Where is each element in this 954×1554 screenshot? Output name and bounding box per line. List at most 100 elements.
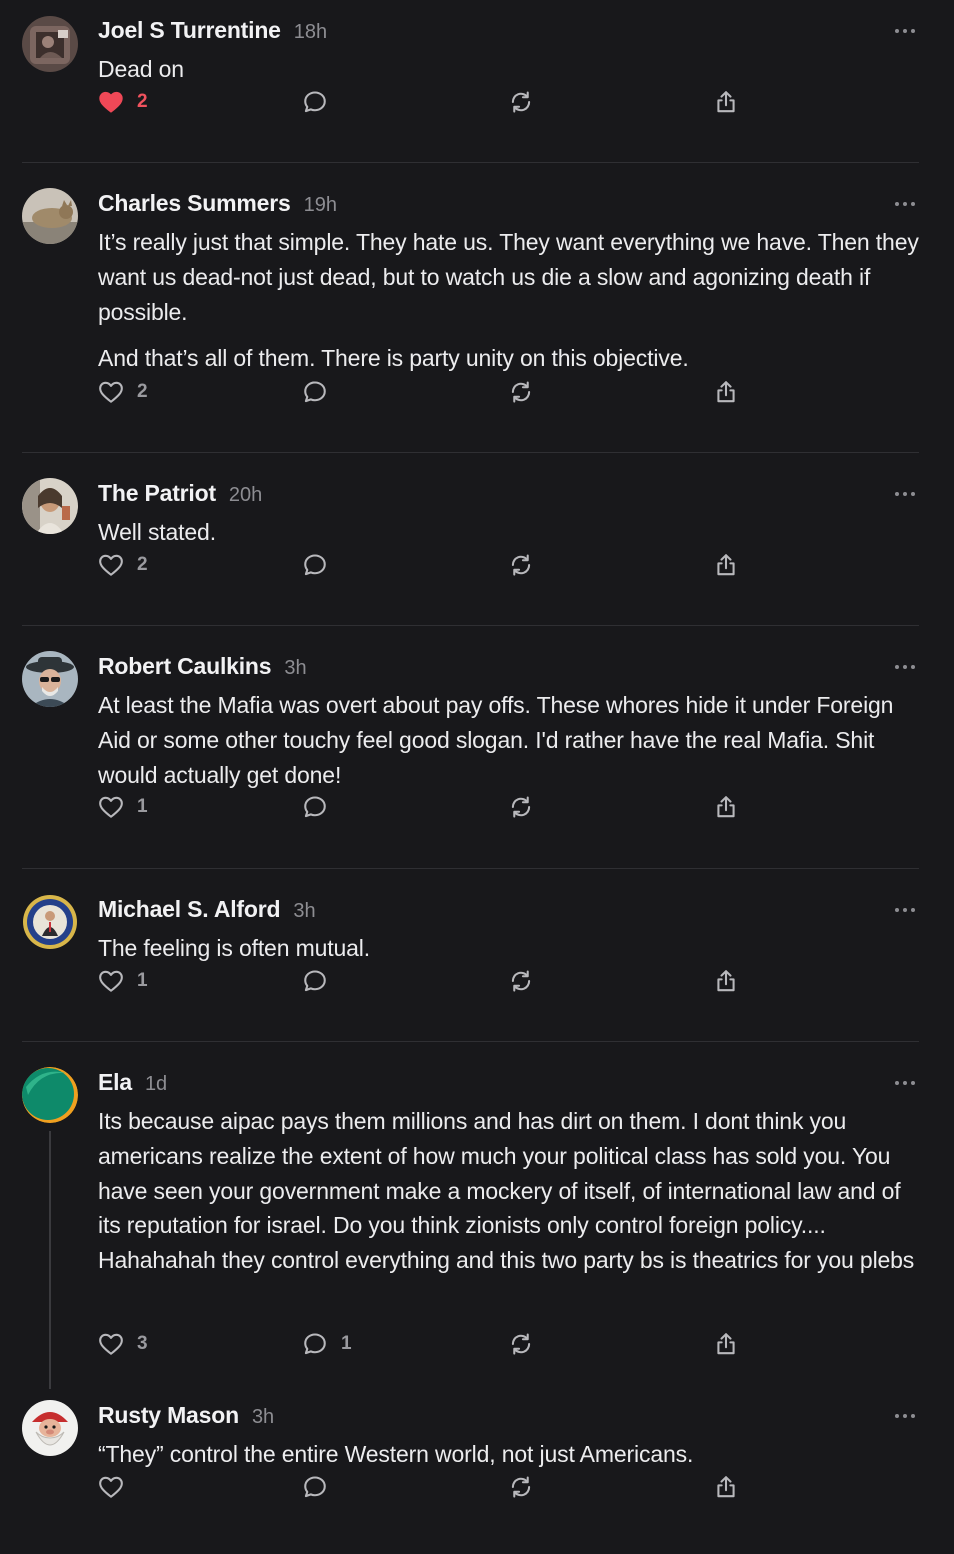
share-button[interactable]: [713, 1327, 739, 1361]
comment-actions: 3 1: [98, 1327, 778, 1361]
reply-button[interactable]: [302, 85, 328, 119]
share-button[interactable]: [713, 1470, 739, 1504]
like-button[interactable]: [98, 1470, 124, 1504]
comment-body: Robert Caulkins 3h At least the Mafia wa…: [98, 653, 919, 792]
timestamp[interactable]: 18h: [294, 21, 327, 44]
author-name[interactable]: Ela: [98, 1069, 132, 1096]
more-options-icon[interactable]: [893, 657, 917, 677]
like-button[interactable]: 3: [98, 1327, 148, 1361]
comment-body: Joel S Turrentine 18h Dead on: [98, 17, 919, 87]
share-button[interactable]: [713, 964, 739, 998]
share-icon: [717, 970, 735, 992]
comment-text: At least the Mafia was overt about pay o…: [98, 692, 894, 788]
restack-button[interactable]: [508, 375, 534, 409]
share-icon: [717, 381, 735, 403]
restack-icon: [511, 970, 531, 992]
more-options-icon[interactable]: [893, 484, 917, 504]
comment-bubble-icon: [304, 1333, 326, 1355]
comment-actions: 2: [98, 375, 778, 409]
share-button[interactable]: [713, 375, 739, 409]
seal-avatar[interactable]: [22, 894, 78, 950]
comment-actions: 1: [98, 790, 778, 824]
like-button[interactable]: 2: [98, 375, 148, 409]
author-name[interactable]: Rusty Mason: [98, 1402, 239, 1429]
share-icon: [717, 796, 735, 818]
comment-bubble-icon: [304, 1476, 326, 1498]
more-options-icon[interactable]: [893, 1406, 917, 1426]
cat-photo-avatar[interactable]: [22, 188, 78, 244]
comment-text: The feeling is often mutual.: [98, 935, 370, 961]
heart-icon: [99, 1333, 123, 1355]
heart-icon: [99, 91, 123, 113]
reply-button[interactable]: 1: [302, 1327, 352, 1361]
comment-body: Charles Summers 19h It’s really just tha…: [98, 190, 919, 376]
restack-button[interactable]: [508, 548, 534, 582]
like-button[interactable]: 1: [98, 790, 148, 824]
thread-line: [49, 1131, 51, 1389]
comment-bubble-icon: [304, 970, 326, 992]
timestamp[interactable]: 20h: [229, 484, 262, 507]
share-button[interactable]: [713, 790, 739, 824]
restack-button[interactable]: [508, 790, 534, 824]
reply-button[interactable]: [302, 1470, 328, 1504]
comments-feed: Joel S Turrentine 18h Dead on 2 Charles …: [0, 0, 954, 1553]
restack-button[interactable]: [508, 85, 534, 119]
author-name[interactable]: Joel S Turrentine: [98, 17, 281, 44]
timestamp[interactable]: 3h: [252, 1406, 274, 1429]
like-button[interactable]: 1: [98, 964, 148, 998]
reply-button[interactable]: [302, 790, 328, 824]
like-count: 2: [137, 91, 148, 112]
share-button[interactable]: [713, 548, 739, 582]
more-options-icon[interactable]: [893, 194, 917, 214]
restack-button[interactable]: [508, 1327, 534, 1361]
reply-button[interactable]: [302, 548, 328, 582]
comment-bubble-icon: [304, 91, 326, 113]
user-photo-avatar[interactable]: [22, 478, 78, 534]
restack-icon: [511, 91, 531, 113]
timestamp[interactable]: 19h: [304, 194, 337, 217]
share-icon: [717, 1333, 735, 1355]
heart-icon: [99, 554, 123, 576]
gradient-circle-avatar[interactable]: [22, 1067, 78, 1123]
reply-button[interactable]: [302, 375, 328, 409]
like-count: 1: [137, 796, 148, 817]
comment-bubble-icon: [304, 554, 326, 576]
timestamp[interactable]: 3h: [293, 900, 315, 923]
comment-actions: [98, 1470, 778, 1504]
comment-text: It’s really just that simple. They hate …: [98, 229, 919, 325]
comment-text: And that’s all of them. There is party u…: [98, 345, 689, 372]
like-count: 2: [137, 554, 148, 575]
like-button[interactable]: 2: [98, 85, 148, 119]
author-name[interactable]: The Patriot: [98, 480, 216, 507]
gnome-avatar[interactable]: [22, 1400, 78, 1456]
author-name[interactable]: Charles Summers: [98, 190, 291, 217]
comment: Ela 1d Its because aipac pays them milli…: [22, 1042, 919, 1389]
timestamp[interactable]: 3h: [284, 657, 306, 680]
reply-button[interactable]: [302, 964, 328, 998]
like-button[interactable]: 2: [98, 548, 148, 582]
share-icon: [717, 1476, 735, 1498]
comment: Michael S. Alford 3h The feeling is ofte…: [22, 869, 919, 1042]
author-name[interactable]: Robert Caulkins: [98, 653, 272, 680]
author-name[interactable]: Michael S. Alford: [98, 896, 281, 923]
restack-button[interactable]: [508, 964, 534, 998]
share-button[interactable]: [713, 85, 739, 119]
like-count: 2: [137, 381, 148, 402]
heart-icon: [99, 381, 123, 403]
restack-icon: [511, 1333, 531, 1355]
comment-actions: 1: [98, 964, 778, 998]
comment-bubble-icon: [304, 796, 326, 818]
comment: Joel S Turrentine 18h Dead on 2: [22, 0, 919, 163]
more-options-icon[interactable]: [893, 1073, 917, 1093]
timestamp[interactable]: 1d: [145, 1073, 167, 1096]
user-photo-avatar[interactable]: [22, 16, 78, 72]
comment: Charles Summers 19h It’s really just tha…: [22, 163, 919, 453]
restack-icon: [511, 554, 531, 576]
reply-count: 1: [341, 1333, 352, 1354]
comment-text: “They” control the entire Western world,…: [98, 1441, 694, 1467]
user-photo-avatar[interactable]: [22, 651, 78, 707]
more-options-icon[interactable]: [893, 21, 917, 41]
share-icon: [717, 91, 735, 113]
more-options-icon[interactable]: [893, 900, 917, 920]
restack-button[interactable]: [508, 1470, 534, 1504]
